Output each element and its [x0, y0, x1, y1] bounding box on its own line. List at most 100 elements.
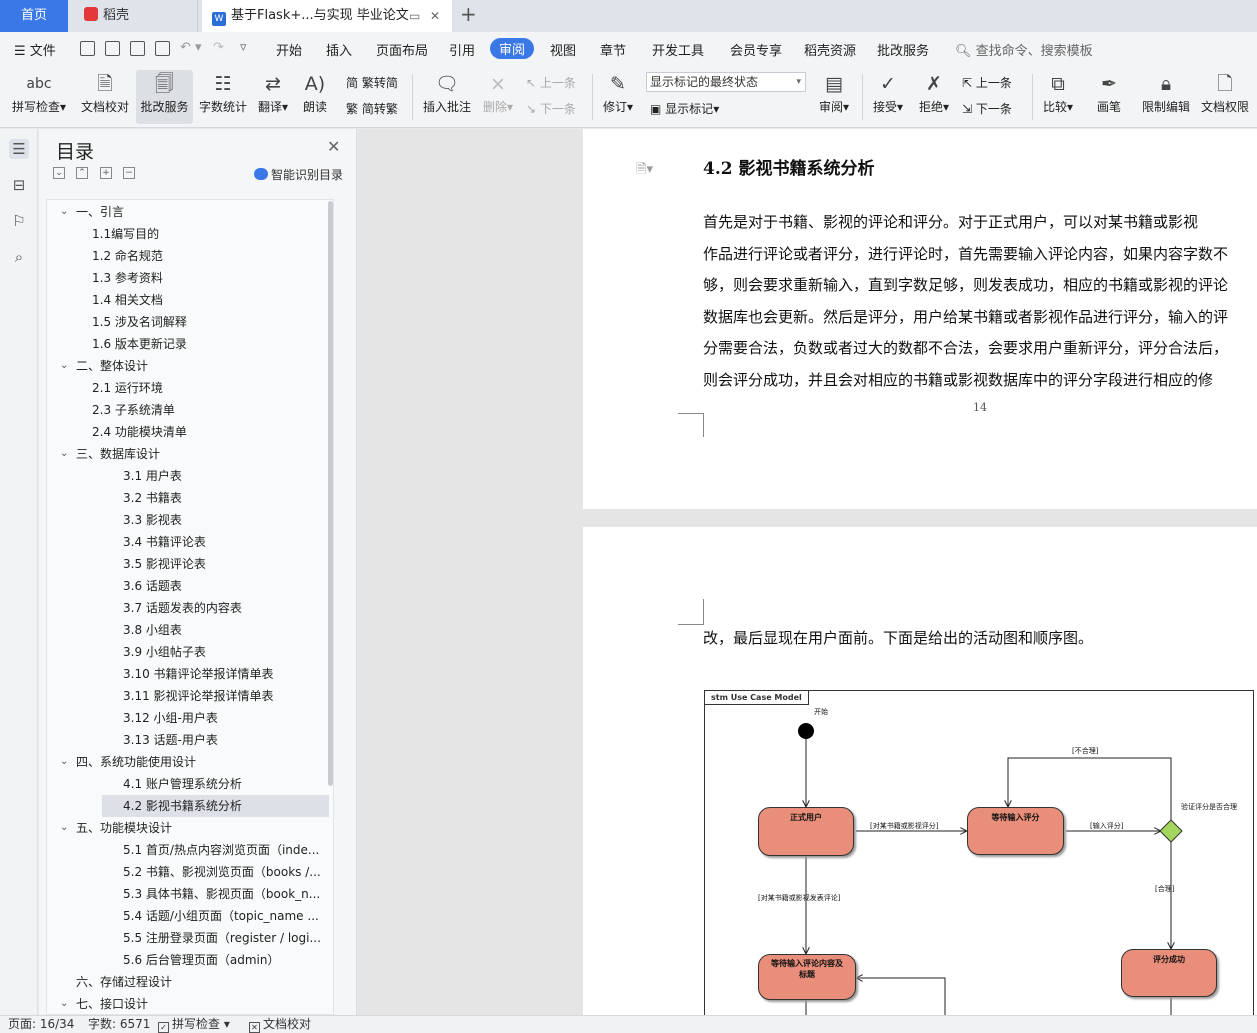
paragraph-menu-icon[interactable]: 🗎▾: [636, 160, 653, 182]
toc-item[interactable]: 5.3 具体书籍、影视页面（book_n...: [47, 883, 333, 905]
chevron-down-icon[interactable]: ⌄: [60, 443, 68, 465]
bookmark-icon[interactable]: ⚐: [9, 211, 29, 231]
chevron-down-icon[interactable]: ⌄: [60, 817, 68, 839]
track-changes-button[interactable]: ✎ 修订▾: [598, 70, 638, 124]
export-pdf-icon[interactable]: [105, 41, 120, 56]
menu-insert[interactable]: 插入: [326, 40, 352, 59]
remove-heading-icon[interactable]: −: [123, 167, 135, 179]
toc-item[interactable]: 1.2 命名规范: [47, 245, 333, 267]
toc-item[interactable]: 1.1编写目的: [47, 223, 333, 245]
toc-item[interactable]: ⌄ 一、引言: [47, 201, 333, 223]
restrict-edit-button[interactable]: 🔒︎ 限制编辑: [1140, 70, 1192, 124]
menu-references[interactable]: 引用: [449, 40, 475, 59]
review-service-button[interactable]: 🗐 批改服务: [136, 70, 193, 124]
word-count-indicator[interactable]: 字数: 6571: [88, 1016, 150, 1033]
toc-item[interactable]: 4.2 影视书籍系统分析: [47, 795, 333, 817]
toc-item[interactable]: 3.3 影视表: [47, 509, 333, 531]
status-doc-proof[interactable]: ✕ 文档校对: [249, 1016, 311, 1033]
insert-comment-button[interactable]: 🗨 插入批注: [420, 70, 474, 124]
word-count-button[interactable]: ☷ 字数统计: [197, 70, 249, 124]
toc-item[interactable]: 1.5 涉及名词解释: [47, 311, 333, 333]
menu-member[interactable]: 会员专享: [730, 40, 782, 59]
search-icon[interactable]: ⌕: [9, 247, 29, 267]
chevron-down-icon[interactable]: ⌄: [60, 355, 68, 377]
toc-item[interactable]: 1.3 参考资料: [47, 267, 333, 289]
next-change-button[interactable]: ⇲ 下一条: [962, 100, 1012, 117]
markup-state-select[interactable]: 显示标记的最终状态 ▾: [646, 72, 806, 92]
next-comment-button[interactable]: ↘ 下一条: [526, 100, 576, 117]
menu-developer[interactable]: 开发工具: [652, 40, 704, 59]
doc-permission-button[interactable]: 🗋 文档权限: [1198, 70, 1252, 124]
to-simplified-button[interactable]: 繁 简转繁: [346, 100, 398, 117]
undo-icon[interactable]: ↶ ▾: [180, 40, 202, 55]
doc-proof-button[interactable]: 🗎 文档校对: [78, 70, 132, 124]
toc-item[interactable]: 2.3 子系统清单: [47, 399, 333, 421]
tab-preview-icon[interactable]: ▭: [409, 0, 420, 32]
toc-item[interactable]: 六、存储过程设计: [47, 971, 333, 993]
toc-item[interactable]: 1.6 版本更新记录: [47, 333, 333, 355]
toc-item[interactable]: 3.7 话题发表的内容表: [47, 597, 333, 619]
smart-toc-button[interactable]: 智能识别目录: [254, 166, 343, 183]
show-markup-button[interactable]: ▣ 显示标记▾: [650, 100, 719, 117]
chevron-down-icon[interactable]: ⌄: [60, 993, 68, 1014]
menu-docer-resources[interactable]: 稻壳资源: [804, 40, 856, 59]
toc-item[interactable]: ⌄ 三、数据库设计: [47, 443, 333, 465]
review-pane-button[interactable]: ▤ 审阅▾: [814, 70, 854, 124]
toc-item[interactable]: 5.5 注册登录页面（register / logi...: [47, 927, 333, 949]
toc-item[interactable]: ⌄ 七、接口设计: [47, 993, 333, 1014]
prev-comment-button[interactable]: ↖ 上一条: [526, 74, 576, 91]
collapse-all-icon[interactable]: ⌄: [53, 167, 65, 179]
pen-button[interactable]: ✒ 画笔: [1092, 70, 1126, 124]
page-indicator[interactable]: 页面: 16/34: [8, 1016, 74, 1033]
toc-item[interactable]: 5.6 后台管理页面（admin）: [47, 949, 333, 971]
reject-button[interactable]: ✗ 拒绝▾: [914, 70, 954, 124]
toc-item[interactable]: 5.4 话题/小组页面（topic_name ...: [47, 905, 333, 927]
close-icon[interactable]: ✕: [327, 137, 340, 156]
menu-view[interactable]: 视图: [550, 40, 576, 59]
toc-item[interactable]: ⌄ 五、功能模块设计: [47, 817, 333, 839]
toc-item[interactable]: 3.10 书籍评论举报详情单表: [47, 663, 333, 685]
menu-review-service[interactable]: 批改服务: [877, 40, 929, 59]
tab-document[interactable]: W 基于Flask+...与实现 毕业论文 ▭ ✕: [202, 0, 452, 32]
expand-all-icon[interactable]: ⌃: [76, 167, 88, 179]
menu-chapter[interactable]: 章节: [600, 40, 626, 59]
toc-item[interactable]: 3.8 小组表: [47, 619, 333, 641]
quick-access-more-icon[interactable]: ▿: [240, 40, 247, 55]
translate-button[interactable]: ⇄ 翻译▾: [254, 70, 292, 124]
chapter-pane-icon[interactable]: ⊟: [9, 175, 29, 195]
compare-button[interactable]: ⧉ 比较▾: [1038, 70, 1078, 124]
delete-comment-button[interactable]: ⨯ 删除▾: [478, 70, 518, 124]
toc-item[interactable]: 3.4 书籍评论表: [47, 531, 333, 553]
tab-home[interactable]: 首页: [0, 0, 68, 32]
toc-item[interactable]: 2.1 运行环境: [47, 377, 333, 399]
toc-item[interactable]: 3.6 话题表: [47, 575, 333, 597]
to-traditional-button[interactable]: 简 繁转简: [346, 74, 398, 91]
read-aloud-button[interactable]: A) 朗读: [298, 70, 332, 124]
menu-review[interactable]: 审阅: [490, 38, 535, 59]
redo-icon[interactable]: ↷: [213, 40, 224, 55]
prev-change-button[interactable]: ⇱ 上一条: [962, 74, 1012, 91]
command-search[interactable]: 🔍︎ 查找命令、搜索模板: [955, 40, 1093, 59]
toc-item[interactable]: ⌄ 二、整体设计: [47, 355, 333, 377]
add-heading-icon[interactable]: +: [100, 167, 112, 179]
toc-item[interactable]: 3.2 书籍表: [47, 487, 333, 509]
toc-item[interactable]: 3.5 影视评论表: [47, 553, 333, 575]
toc-item[interactable]: ⌄ 四、系统功能使用设计: [47, 751, 333, 773]
toc-item[interactable]: 3.11 影视评论举报详情单表: [47, 685, 333, 707]
toc-pane-icon[interactable]: ☰: [9, 139, 29, 159]
toc-scrollbar[interactable]: [328, 201, 333, 786]
status-spellcheck[interactable]: ✓ 拼写检查 ▾: [158, 1016, 230, 1033]
save-icon[interactable]: [80, 41, 95, 56]
toc-item[interactable]: 3.9 小组帖子表: [47, 641, 333, 663]
print-icon[interactable]: [130, 41, 145, 56]
toc-item[interactable]: 5.1 首页/热点内容浏览页面（inde...: [47, 839, 333, 861]
chevron-down-icon[interactable]: ⌄: [60, 751, 68, 773]
toc-item[interactable]: 1.4 相关文档: [47, 289, 333, 311]
new-tab-icon[interactable]: +: [460, 2, 477, 26]
menu-page-layout[interactable]: 页面布局: [376, 40, 428, 59]
spellcheck-button[interactable]: abc 拼写检查▾: [8, 70, 70, 124]
menu-file[interactable]: ☰ 文件: [14, 40, 56, 59]
tab-docer[interactable]: 稻壳: [70, 0, 198, 32]
toc-item[interactable]: 2.4 功能模块清单: [47, 421, 333, 443]
toc-item[interactable]: 4.1 账户管理系统分析: [47, 773, 333, 795]
